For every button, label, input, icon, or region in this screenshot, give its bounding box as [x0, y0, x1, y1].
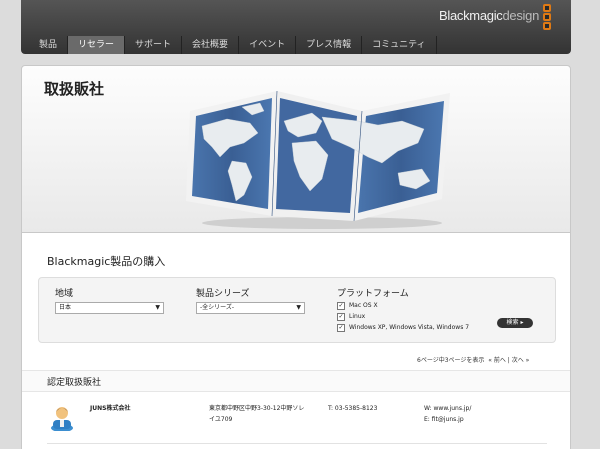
- region-label: 地域: [55, 289, 74, 299]
- filter-panel: 地域 日本 ▼ 製品シリーズ -全シリーズ- ▼ プラットフォーム ✓ Mac …: [38, 277, 556, 343]
- platform-label: プラットフォーム: [337, 289, 409, 299]
- checkbox-checked-icon[interactable]: ✓: [337, 324, 345, 332]
- pagination-separator: |: [507, 357, 510, 364]
- dealer-email-link[interactable]: E: fit@juns.jp: [424, 414, 471, 425]
- dealer-name: JUNS株式会社: [90, 405, 131, 412]
- world-map-image: [186, 90, 450, 229]
- nav-item-community[interactable]: コミュニティ: [362, 36, 437, 54]
- nav-item-events[interactable]: イベント: [239, 36, 297, 54]
- region-select-value: 日本: [59, 304, 72, 311]
- platform-linux-label: Linux: [349, 313, 366, 320]
- series-label: 製品シリーズ: [196, 289, 250, 299]
- region-select[interactable]: 日本 ▼: [55, 302, 164, 314]
- chevron-down-icon: ▼: [155, 304, 160, 311]
- platform-checkbox-mac[interactable]: ✓ Mac OS X: [337, 302, 378, 310]
- platform-mac-label: Mac OS X: [349, 302, 378, 309]
- platform-windows-label: Windows XP, Windows Vista, Windows 7: [349, 324, 470, 331]
- platform-checkbox-linux[interactable]: ✓ Linux: [337, 313, 365, 321]
- nav-item-press[interactable]: プレス情報: [296, 36, 363, 54]
- nav-item-support[interactable]: サポート: [125, 36, 183, 54]
- series-select[interactable]: -全シリーズ- ▼: [196, 302, 305, 314]
- dealer-contact: W: www.juns.jp/ E: fit@juns.jp: [424, 403, 471, 425]
- platform-checkbox-windows[interactable]: ✓ Windows XP, Windows Vista, Windows 7: [337, 324, 469, 332]
- dealer-address-line1: 東京都中野区中野3-30-12中野ソレ: [209, 405, 305, 412]
- dealer-address-line2: イユ709: [209, 416, 233, 423]
- search-button[interactable]: 検索 ▸: [497, 318, 533, 328]
- pagination-next-link[interactable]: 次へ »: [512, 357, 530, 364]
- dealer-website-link[interactable]: W: www.juns.jp/: [424, 403, 471, 414]
- pagination: 6ページ中3ページを表示 « 前へ | 次へ »: [417, 355, 529, 364]
- dealer-avatar-icon: [51, 407, 73, 431]
- buy-section-title: Blackmagic製品の購入: [47, 255, 166, 268]
- checkbox-checked-icon[interactable]: ✓: [337, 313, 345, 321]
- checkbox-checked-icon[interactable]: ✓: [337, 302, 345, 310]
- hero-banner: 取扱販社: [21, 65, 571, 233]
- chevron-down-icon: ▼: [296, 304, 301, 311]
- nav-item-resellers[interactable]: リセラー: [68, 36, 126, 54]
- brand-name-bold: Blackmagic: [439, 8, 503, 23]
- pagination-prev-link[interactable]: « 前へ: [488, 357, 506, 364]
- nav-item-company[interactable]: 会社概要: [182, 36, 240, 54]
- site-header: Blackmagicdesign 製品 リセラー サポート 会社概要 イベント …: [21, 0, 571, 54]
- dealers-section-title: 認定取扱販社: [47, 378, 102, 388]
- page-title: 取扱販社: [44, 80, 105, 98]
- series-select-value: -全シリーズ-: [200, 304, 235, 311]
- dealer-phone: T: 03-5385-8123: [328, 405, 378, 412]
- nav-item-products[interactable]: 製品: [29, 36, 69, 54]
- divider: [47, 443, 547, 444]
- pagination-status: 6ページ中3ページを表示: [417, 357, 485, 364]
- main-nav: 製品 リセラー サポート 会社概要 イベント プレス情報 コミュニティ: [29, 36, 437, 54]
- brand-name-light: design: [502, 8, 539, 23]
- dealer-address: 東京都中野区中野3-30-12中野ソレ イユ709: [209, 403, 304, 425]
- reseller-content: Blackmagic製品の購入 地域 日本 ▼ 製品シリーズ -全シリーズ- ▼…: [21, 233, 571, 449]
- brand-logo-icon: [543, 4, 553, 31]
- dealers-section-header: 認定取扱販社: [22, 370, 570, 392]
- brand-logo[interactable]: Blackmagicdesign: [439, 8, 539, 23]
